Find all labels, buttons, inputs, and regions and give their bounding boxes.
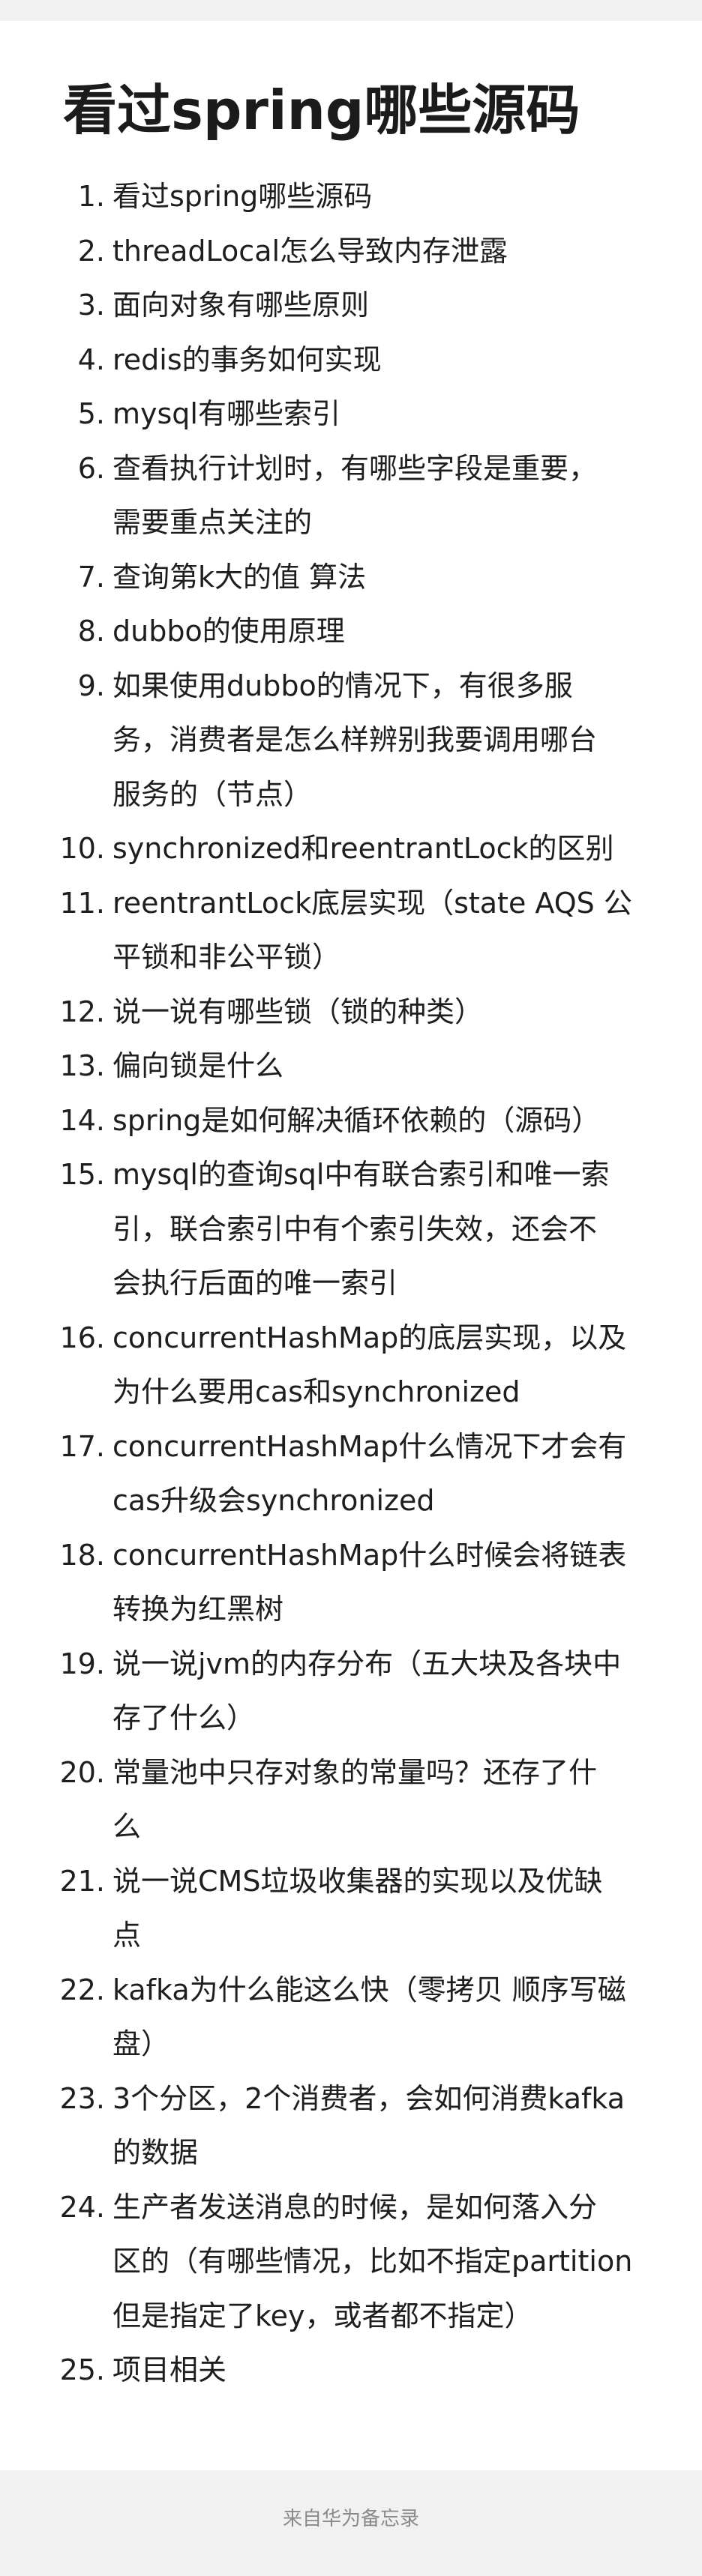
item-number: 19. xyxy=(59,1647,105,1680)
item-text-line: 点 xyxy=(112,1919,142,1952)
item-text-line: 需要重点关注的 xyxy=(112,506,313,539)
item-text-line: 生产者发送消息的时候，是如何落入分 xyxy=(112,2190,598,2224)
question-list: 1. 看过spring哪些源码 2. threadLocal怎么导致内存泄露 3.… xyxy=(0,169,702,2398)
item-number: 7. xyxy=(77,560,105,594)
item-text-line: 偏向锁是什么 xyxy=(112,1049,284,1082)
item-number: 9. xyxy=(77,669,105,702)
item-number: 20. xyxy=(59,1755,105,1789)
item-text-line: 盘） xyxy=(112,2027,170,2060)
list-item: 19. 说一说jvm的内存分布（五大块及各块中 存了什么） xyxy=(0,1637,702,1746)
item-text-line: 么 xyxy=(112,1810,142,1843)
list-item: 23. 3个分区，2个消费者，会如何消费kafka 的数据 xyxy=(0,2072,702,2180)
item-text-line: concurrentHashMap什么时候会将链表 xyxy=(112,1538,627,1572)
item-text-line: 平锁和非公平锁） xyxy=(112,941,341,974)
note-page: 看过spring哪些源码 1. 看过spring哪些源码 2. threadLoc… xyxy=(0,21,702,2470)
item-text-line: kafka为什么能这么快（零拷贝 顺序写磁 xyxy=(112,1973,626,2006)
list-item: 12. 说一说有哪些锁（锁的种类） xyxy=(0,985,702,1040)
item-text-line: 常量池中只存对象的常量吗？还存了什 xyxy=(112,1755,598,1789)
item-number: 18. xyxy=(59,1538,105,1572)
footer-source-label: 来自华为备忘录 xyxy=(282,2508,419,2530)
item-text-line: 查看执行计划时，有哪些字段是重要， xyxy=(112,451,598,485)
item-text-line: mysql有哪些索引 xyxy=(112,397,340,430)
item-text-line: threadLocal怎么导致内存泄露 xyxy=(112,234,508,268)
footer: 来自华为备忘录 xyxy=(0,2470,702,2576)
item-number: 10. xyxy=(59,832,105,865)
list-item: 1. 看过spring哪些源码 xyxy=(0,169,702,224)
item-text-line: redis的事务如何实现 xyxy=(112,343,382,376)
item-text-line: concurrentHashMap什么情况下才会有 xyxy=(112,1429,627,1463)
item-text-line: concurrentHashMap的底层实现，以及 xyxy=(112,1321,627,1354)
item-number: 1. xyxy=(77,180,105,213)
list-item: 25. 项目相关 xyxy=(0,2343,702,2398)
item-number: 11. xyxy=(59,886,105,920)
item-text-line: 为什么要用cas和synchronized xyxy=(112,1375,520,1408)
item-number: 12. xyxy=(59,995,105,1028)
item-number: 5. xyxy=(77,397,105,430)
item-text-line: 面向对象有哪些原则 xyxy=(112,289,370,322)
list-item: 4. redis的事务如何实现 xyxy=(0,333,702,387)
list-item: 9. 如果使用dubbo的情况下，有很多服 务，消费者是怎么样辨别我要调用哪台 服务的… xyxy=(0,659,702,822)
list-item: 5. mysql有哪些索引 xyxy=(0,387,702,441)
list-item: 13. 偏向锁是什么 xyxy=(0,1039,702,1094)
list-item: 8. dubbo的使用原理 xyxy=(0,604,702,659)
item-text-line: 3个分区，2个消费者，会如何消费kafka xyxy=(112,2081,625,2115)
list-item: 7. 查询第k大的值 算法 xyxy=(0,550,702,605)
item-number: 24. xyxy=(59,2190,105,2224)
item-number: 21. xyxy=(59,1864,105,1898)
item-text-line: 会执行后面的唯一索引 xyxy=(112,1267,398,1300)
item-text-line: reentrantLock底层实现（state AQS 公 xyxy=(112,886,632,920)
item-text-line: 查询第k大的值 算法 xyxy=(112,560,367,594)
item-text-line: 区的（有哪些情况，比如不指定partition xyxy=(112,2245,633,2278)
list-item: 22. kafka为什么能这么快（零拷贝 顺序写磁 盘） xyxy=(0,1963,702,2072)
note-title: 看过spring哪些源码 xyxy=(63,79,580,142)
item-number: 17. xyxy=(59,1429,105,1463)
list-item: 14. spring是如何解决循环依赖的（源码） xyxy=(0,1094,702,1148)
item-text-line: 说一说有哪些锁（锁的种类） xyxy=(112,995,484,1028)
item-text-line: dubbo的使用原理 xyxy=(112,615,345,648)
item-number: 6. xyxy=(77,451,105,485)
item-text-line: spring是如何解决循环依赖的（源码） xyxy=(112,1103,601,1137)
item-text-line: 转换为红黑树 xyxy=(112,1593,284,1626)
list-item: 3. 面向对象有哪些原则 xyxy=(0,278,702,333)
item-number: 13. xyxy=(59,1049,105,1082)
item-number: 4. xyxy=(77,343,105,376)
list-item: 18. concurrentHashMap什么时候会将链表 转换为红黑树 xyxy=(0,1528,702,1637)
item-text-line: 的数据 xyxy=(112,2136,199,2169)
item-number: 15. xyxy=(59,1158,105,1191)
item-text-line: 项目相关 xyxy=(112,2353,227,2386)
item-number: 8. xyxy=(77,615,105,648)
item-text-line: 引，联合索引中有个索引失效，还会不 xyxy=(112,1212,598,1246)
list-item: 24. 生产者发送消息的时候，是如何落入分区的（有哪些情况，比如不指定partit… xyxy=(0,2180,702,2344)
item-text-line: 服务的（节点） xyxy=(112,777,313,811)
item-text-line: 务，消费者是怎么样辨别我要调用哪台 xyxy=(112,723,598,756)
item-number: 22. xyxy=(59,1973,105,2006)
list-item: 6. 查看执行计划时，有哪些字段是重要， 需要重点关注的 xyxy=(0,441,702,550)
item-text-line: cas升级会synchronized xyxy=(112,1484,435,1517)
item-number: 23. xyxy=(59,2081,105,2115)
item-text-line: 说一说jvm的内存分布（五大块及各块中 xyxy=(112,1647,622,1680)
item-text-line: 如果使用dubbo的情况下，有很多服 xyxy=(112,669,573,702)
list-item: 15. mysql的查询sql中有联合索引和唯一索 引，联合索引中有个索引失效，还会… xyxy=(0,1147,702,1311)
list-item: 20. 常量池中只存对象的常量吗？还存了什么 xyxy=(0,1746,702,1854)
item-number: 16. xyxy=(59,1321,105,1354)
item-text-line: mysql的查询sql中有联合索引和唯一索 xyxy=(112,1158,610,1191)
list-item: 11. reentrantLock底层实现（state AQS 公平锁和非公平锁） xyxy=(0,876,702,985)
item-number: 3. xyxy=(77,289,105,322)
list-item: 21. 说一说CMS垃圾收集器的实现以及优缺点 xyxy=(0,1854,702,1963)
list-item: 2. threadLocal怎么导致内存泄露 xyxy=(0,224,702,279)
list-item: 16. concurrentHashMap的底层实现，以及 为什么要用cas和syn… xyxy=(0,1311,702,1420)
list-item: 10. synchronized和reentrantLock的区别 xyxy=(0,821,702,876)
item-text-line: 存了什么） xyxy=(112,1701,256,1734)
item-number: 25. xyxy=(59,2353,105,2386)
item-number: 14. xyxy=(59,1103,105,1137)
item-text-line: 但是指定了key，或者都不指定） xyxy=(112,2299,533,2332)
item-text-line: synchronized和reentrantLock的区别 xyxy=(112,832,614,865)
item-text-line: 说一说CMS垃圾收集器的实现以及优缺 xyxy=(112,1864,603,1898)
item-number: 2. xyxy=(77,234,105,268)
item-text-line: 看过spring哪些源码 xyxy=(112,180,373,213)
list-item: 17. concurrentHashMap什么情况下才会有 cas升级会synchr… xyxy=(0,1420,702,1528)
